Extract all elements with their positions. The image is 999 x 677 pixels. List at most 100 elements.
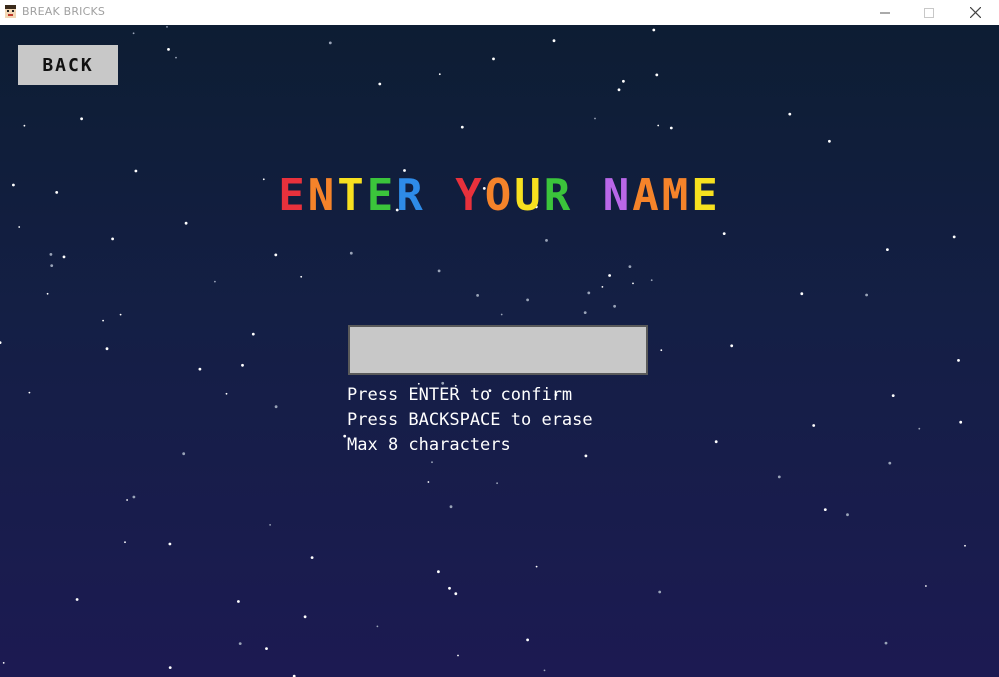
instruction-max-chars: Max 8 characters — [347, 435, 511, 455]
star — [0, 341, 2, 344]
star — [608, 274, 611, 277]
title-letter: E — [691, 170, 721, 221]
star — [328, 41, 332, 45]
star — [119, 313, 122, 316]
star — [46, 292, 49, 295]
star — [251, 332, 255, 336]
instruction-enter: Press ENTER to confirm — [347, 385, 573, 405]
star — [378, 82, 382, 86]
star — [265, 647, 268, 650]
star — [669, 126, 673, 130]
star — [198, 367, 202, 371]
star — [427, 481, 430, 483]
star — [376, 625, 379, 628]
star — [500, 313, 503, 316]
star — [80, 117, 83, 121]
star — [865, 293, 868, 297]
star — [182, 452, 186, 456]
star — [274, 253, 278, 257]
star — [730, 344, 734, 348]
star — [454, 592, 458, 596]
minimize-icon — [880, 12, 890, 13]
title-letter: M — [661, 170, 692, 221]
star — [552, 39, 556, 43]
star — [632, 282, 634, 285]
star — [23, 124, 26, 127]
title-letter: E — [278, 170, 308, 221]
title-word: ENTER — [278, 172, 426, 220]
star — [594, 117, 596, 120]
title-letter: T — [337, 170, 367, 221]
star — [105, 347, 109, 351]
star — [526, 298, 529, 302]
star — [49, 253, 53, 256]
maximize-icon — [924, 7, 934, 18]
back-button[interactable]: BACK — [18, 45, 118, 85]
star — [655, 73, 659, 77]
star — [492, 57, 495, 61]
star — [269, 524, 271, 526]
star — [812, 424, 816, 427]
star — [50, 264, 54, 267]
star — [225, 392, 228, 395]
star — [124, 541, 126, 544]
star — [349, 251, 353, 255]
star — [526, 638, 529, 642]
title-letter: A — [632, 170, 662, 221]
star — [652, 28, 656, 32]
window-title: BREAK BRICKS — [22, 5, 106, 18]
star — [126, 499, 128, 501]
star — [102, 319, 104, 322]
star — [437, 570, 440, 574]
title-word: NAME — [603, 172, 721, 220]
star — [587, 291, 591, 295]
game-canvas: BACK ENTER YOUR NAME Press ENTER to conf… — [0, 25, 999, 677]
maximize-button[interactable] — [906, 0, 952, 25]
star — [28, 391, 31, 394]
star — [891, 394, 895, 397]
star — [884, 641, 888, 645]
title-letter: O — [484, 170, 515, 221]
close-button[interactable] — [952, 0, 998, 25]
star — [543, 669, 546, 672]
name-input[interactable] — [348, 325, 648, 375]
star — [449, 505, 453, 509]
star — [888, 461, 892, 465]
star — [583, 311, 587, 314]
title-letter: N — [307, 170, 338, 221]
instructions: Press ENTER to confirm Press BACKSPACE t… — [347, 383, 593, 458]
title-letter: R — [396, 170, 426, 221]
close-icon — [969, 7, 981, 18]
title-letter: E — [366, 170, 397, 221]
star — [460, 125, 464, 129]
minimize-button[interactable] — [862, 0, 908, 25]
star — [886, 248, 889, 252]
star — [952, 235, 956, 239]
star — [431, 461, 433, 464]
star — [184, 221, 188, 225]
page-title: ENTER YOUR NAME — [0, 172, 999, 220]
star — [660, 349, 663, 352]
title-bar[interactable]: BREAK BRICKS — [0, 0, 999, 25]
star — [437, 269, 441, 273]
title-letter: N — [602, 170, 633, 221]
star — [846, 513, 849, 517]
star — [2, 662, 5, 664]
star — [496, 482, 498, 485]
instruction-backspace: Press BACKSPACE to erase — [347, 410, 593, 430]
star — [300, 275, 303, 278]
star — [343, 434, 347, 438]
star — [823, 508, 827, 511]
star — [168, 666, 172, 669]
star — [214, 280, 216, 283]
star — [438, 73, 441, 76]
star — [800, 292, 804, 296]
star — [957, 359, 960, 362]
star — [457, 654, 459, 657]
star — [237, 600, 240, 603]
star — [167, 48, 170, 51]
star — [303, 615, 307, 619]
star — [166, 26, 168, 28]
star — [964, 544, 966, 547]
star — [132, 495, 136, 499]
